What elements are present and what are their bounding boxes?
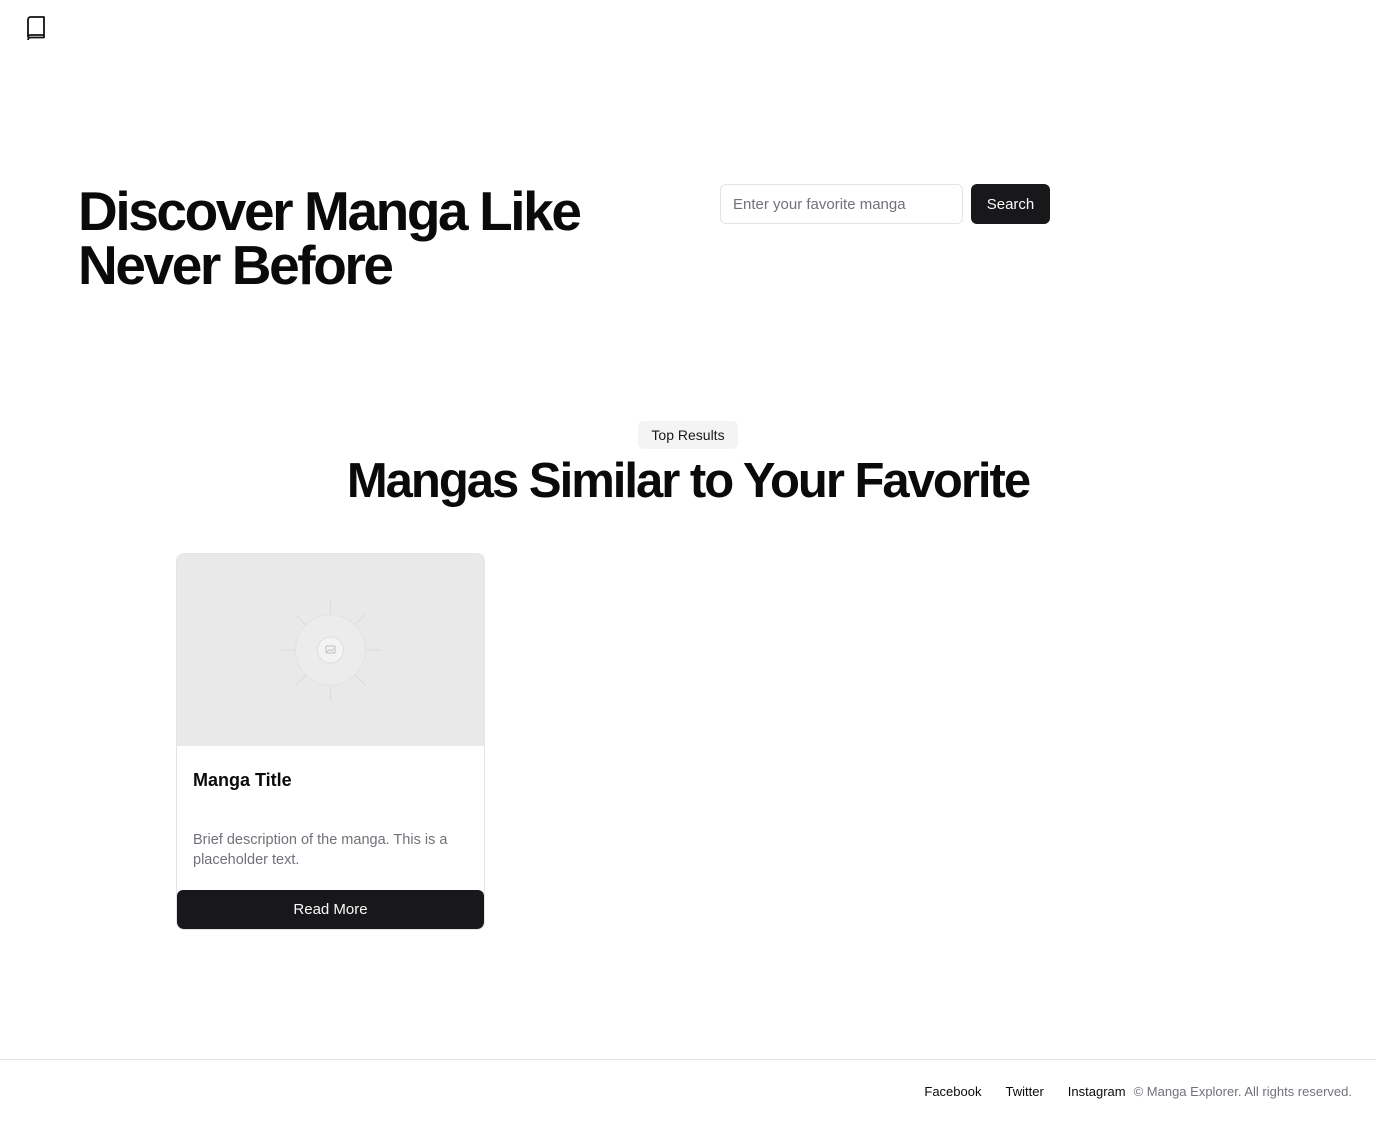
copyright-text: © Manga Explorer. All rights reserved. xyxy=(1133,1084,1352,1099)
manga-card: Manga Title Brief description of the man… xyxy=(176,553,485,930)
footer-links: Facebook Twitter Instagram © Manga Explo… xyxy=(924,1084,1352,1099)
footer-link-instagram[interactable]: Instagram xyxy=(1068,1084,1126,1099)
footer-link-facebook[interactable]: Facebook xyxy=(924,1084,981,1099)
logo-link[interactable] xyxy=(24,14,48,42)
manga-title: Manga Title xyxy=(193,770,292,790)
top-results-badge: Top Results xyxy=(638,421,738,449)
hero-title: Discover Manga Like Never Before xyxy=(78,180,582,296)
manga-cover-placeholder xyxy=(177,554,484,746)
image-placeholder-icon xyxy=(280,600,381,700)
page: Discover Manga Like Never Before Search … xyxy=(0,0,1376,1124)
section-title: Mangas Similar to Your Favorite xyxy=(346,454,1031,508)
footer-link-twitter[interactable]: Twitter xyxy=(1005,1084,1043,1099)
search-input[interactable] xyxy=(720,184,963,224)
read-more-button[interactable]: Read More xyxy=(177,890,484,929)
footer: Facebook Twitter Instagram © Manga Explo… xyxy=(0,1059,1376,1124)
manga-description: Brief description of the manga. This is … xyxy=(193,832,448,868)
search-button[interactable]: Search xyxy=(971,184,1050,224)
book-icon xyxy=(27,16,45,41)
